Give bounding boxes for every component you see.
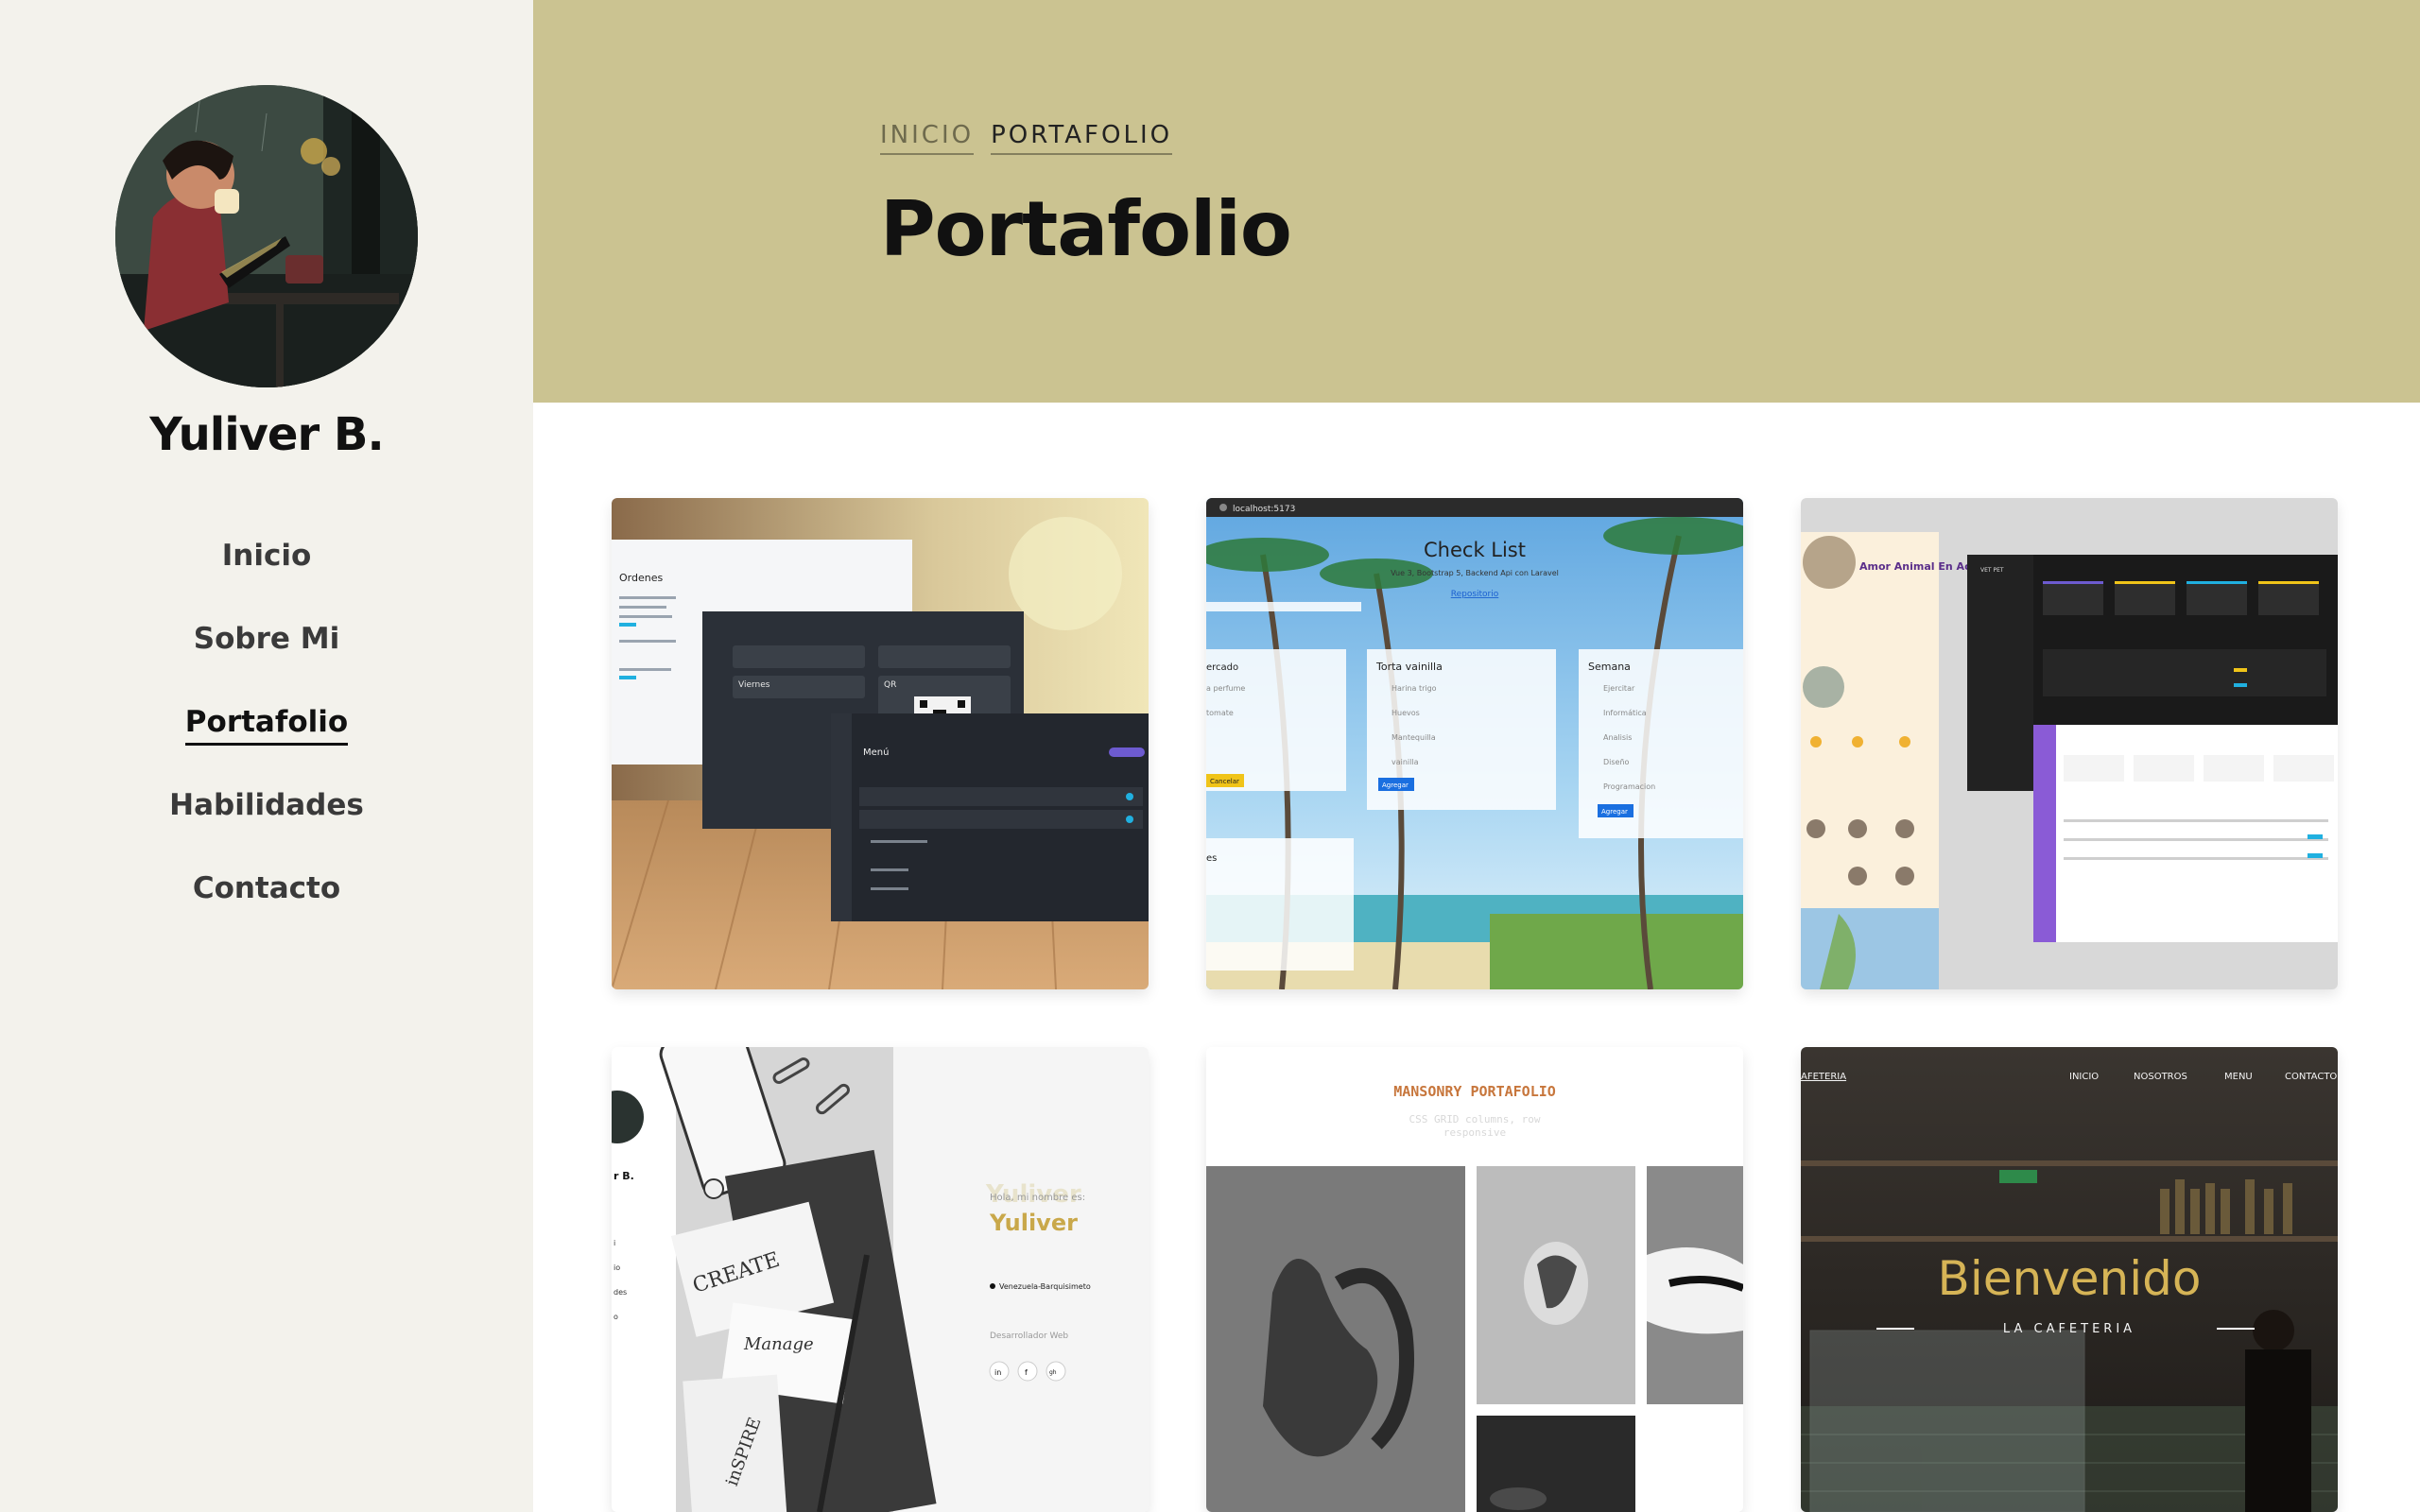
orders-title: Ordenes xyxy=(619,572,663,584)
cafe-brand[interactable]: AFETERIA xyxy=(1801,1072,1846,1082)
checklist-subtitle: Vue 3, Bootstrap 5, Backend Api con Lara… xyxy=(1391,569,1559,577)
project-card-check-list[interactable]: localhost:5173 Check List Vue 3, Bootstr… xyxy=(1206,498,1743,989)
card-label-a: Viernes xyxy=(738,680,770,690)
project-card-personal-portfolio[interactable]: r B. i io des o CREATE Manage inSPIRE Yu… xyxy=(612,1047,1149,1512)
list-3-item: Diseño xyxy=(1603,758,1630,766)
nav-link-contacto[interactable]: Contacto xyxy=(193,871,340,909)
masonry-subtitle: responsive xyxy=(1443,1126,1506,1139)
list-3-item: Ejercitar xyxy=(1603,684,1635,693)
list-3-item: Programacion xyxy=(1603,782,1655,791)
repo-link[interactable]: Repositorio xyxy=(1451,590,1499,599)
mini-nav-item: o xyxy=(614,1313,618,1321)
project-thumbnail-masonry: MANSONRY PORTAFOLIO CSS GRID columns, ro… xyxy=(1206,1047,1743,1512)
list-3-item: Informática xyxy=(1603,709,1647,717)
cancel-button[interactable]: Cancelar xyxy=(1210,778,1239,785)
greeting: Hola, mi nombre es: xyxy=(990,1193,1085,1203)
avatar xyxy=(115,85,418,387)
dashboard-brand: VET PET xyxy=(1980,567,2004,574)
menu-title: Menú xyxy=(863,747,889,758)
masonry-title: MANSONRY PORTAFOLIO xyxy=(1393,1083,1556,1100)
card-label-b: QR xyxy=(884,680,896,690)
sidebar: Yuliver B. Inicio Sobre Mi Portafolio Ha… xyxy=(0,0,533,1512)
list-2-item: Huevos xyxy=(1392,709,1420,717)
checklist-title: Check List xyxy=(1424,539,1526,561)
list-3-item: Analisis xyxy=(1603,733,1632,742)
project-thumbnail-orders-app: Ordenes Viernes QR Menú xyxy=(612,498,1149,989)
project-card-cafeteria[interactable]: AFETERIA INICIO NOSOTROS MENU CONTACTO B… xyxy=(1801,1047,2338,1512)
list-4-title: es xyxy=(1206,853,1217,864)
nav-link-inicio[interactable]: Inicio xyxy=(222,539,312,576)
github-icon[interactable]: gh xyxy=(1049,1369,1057,1376)
project-card-masonry[interactable]: MANSONRY PORTAFOLIO CSS GRID columns, ro… xyxy=(1206,1047,1743,1512)
cafe-nav-contacto[interactable]: CONTACTO xyxy=(2285,1072,2337,1082)
list-2-item: Harina trigo xyxy=(1392,684,1437,693)
cafe-nav-menu[interactable]: MENU xyxy=(2224,1072,2253,1082)
mini-nav-item: i xyxy=(614,1239,615,1247)
project-thumbnail-vet-dashboard: Amor Animal En Acción VET PET xyxy=(1801,498,2338,989)
list-3-title: Semana xyxy=(1588,661,1631,673)
mini-nav-item: des xyxy=(614,1288,627,1297)
list-2-item: vainilla xyxy=(1392,758,1419,766)
breadcrumb-link-inicio[interactable]: INICIO xyxy=(880,121,975,155)
profile-name: Yuliver B. xyxy=(149,408,384,461)
avatar-illustration xyxy=(115,85,418,387)
hero-name: Yuliver xyxy=(989,1210,1078,1236)
cafe-tagline: LA CAFETERIA xyxy=(2003,1322,2135,1336)
nav-link-habilidades[interactable]: Habilidades xyxy=(169,788,364,826)
role: Desarrollador Web xyxy=(990,1332,1068,1341)
add-button[interactable]: Agregar xyxy=(1601,808,1628,816)
nav-link-portafolio[interactable]: Portafolio xyxy=(184,705,349,746)
list-1-item: tomate xyxy=(1206,709,1234,717)
browser-url: localhost:5173 xyxy=(1233,505,1295,514)
page-title: Portafolio xyxy=(880,185,1292,273)
list-2-title: Torta vainilla xyxy=(1375,661,1443,673)
project-thumbnail-check-list: localhost:5173 Check List Vue 3, Bootstr… xyxy=(1206,498,1743,989)
mini-profile-name: r B. xyxy=(614,1170,634,1182)
breadcrumb: INICIO PORTAFOLIO xyxy=(880,121,1173,155)
linkedin-icon[interactable]: in xyxy=(994,1368,1001,1377)
breadcrumb-current: PORTAFOLIO xyxy=(991,121,1173,155)
add-button[interactable]: Agregar xyxy=(1382,782,1409,789)
project-card-orders-app[interactable]: Ordenes Viernes QR Menú xyxy=(612,498,1149,989)
list-2-item: Mantequilla xyxy=(1392,733,1436,742)
project-thumbnail-cafeteria: AFETERIA INICIO NOSOTROS MENU CONTACTO B… xyxy=(1801,1047,2338,1512)
list-1-item: a perfume xyxy=(1206,684,1245,693)
cafe-nav-inicio[interactable]: INICIO xyxy=(2069,1072,2099,1082)
project-thumbnail-personal-portfolio: r B. i io des o CREATE Manage inSPIRE Yu… xyxy=(612,1047,1149,1512)
main-nav: Inicio Sobre Mi Portafolio Habilidades C… xyxy=(0,539,533,954)
mini-nav-item: io xyxy=(614,1263,620,1272)
facebook-icon[interactable]: f xyxy=(1025,1368,1028,1377)
list-1-title: ercado xyxy=(1206,662,1238,673)
masonry-subtitle: CSS GRID columns, row xyxy=(1409,1113,1540,1125)
cafe-nav-nosotros[interactable]: NOSOTROS xyxy=(2134,1072,2187,1082)
location: Venezuela-Barquisimeto xyxy=(999,1282,1091,1291)
project-card-vet-dashboard[interactable]: Amor Animal En Acción VET PET xyxy=(1801,498,2338,989)
page-header: INICIO PORTAFOLIO Portafolio xyxy=(533,0,2420,403)
nav-link-sobre-mi[interactable]: Sobre Mi xyxy=(194,622,339,660)
cafe-headline: Bienvenido xyxy=(1938,1251,2202,1306)
paper-word: Manage xyxy=(743,1334,814,1354)
